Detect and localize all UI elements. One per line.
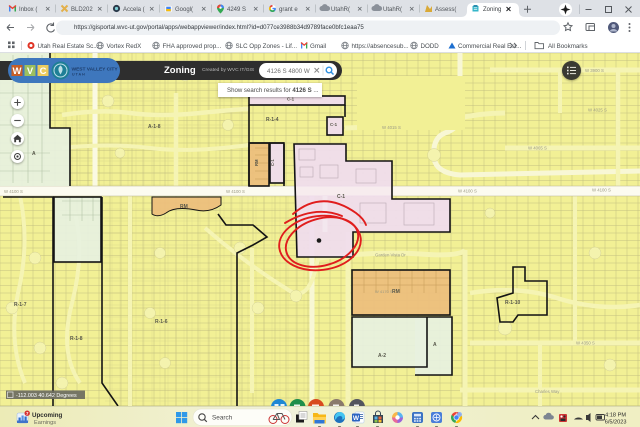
- svg-text:A: A: [433, 342, 437, 348]
- svg-text:W 4065 S: W 4065 S: [528, 146, 547, 151]
- svg-text:R-1-8: R-1-8: [70, 336, 83, 342]
- svg-text:W 4025 S: W 4025 S: [588, 108, 607, 113]
- svg-text:SLC Opp Zones - Lif...: SLC Opp Zones - Lif...: [236, 43, 298, 50]
- svg-text:4249 S: 4249 S: [227, 7, 246, 13]
- svg-text:grant e: grant e: [279, 7, 298, 13]
- svg-text:W 4350 S: W 4350 S: [576, 341, 595, 346]
- svg-text:C-1: C-1: [287, 97, 295, 102]
- svg-text:FHA approved prop...: FHA approved prop...: [163, 43, 222, 50]
- svg-text:W 4100 S: W 4100 S: [4, 189, 23, 194]
- svg-text:Inbox (: Inbox (: [19, 7, 37, 13]
- svg-text:UTAH: UTAH: [72, 73, 86, 77]
- svg-text:W 4100 S: W 4100 S: [226, 189, 245, 194]
- svg-text:R-1-7: R-1-7: [14, 302, 27, 308]
- svg-text:All Bookmarks: All Bookmarks: [548, 43, 588, 50]
- svg-text:BLD202: BLD202: [71, 7, 93, 13]
- svg-text:Upcoming: Upcoming: [32, 412, 62, 419]
- svg-text:Accela (: Accela (: [123, 7, 145, 13]
- svg-text:C-1: C-1: [270, 159, 275, 166]
- svg-text:Zoning: Zoning: [483, 7, 501, 13]
- svg-text:C-1: C-1: [330, 122, 338, 127]
- svg-text:RM: RM: [180, 204, 188, 210]
- svg-text:C-1: C-1: [337, 194, 345, 200]
- svg-text:4:18 PM: 4:18 PM: [605, 413, 626, 419]
- svg-text:Earnings: Earnings: [34, 420, 56, 426]
- svg-text:W 4100 S: W 4100 S: [592, 188, 611, 193]
- svg-text:Garden Vista Dr: Garden Vista Dr: [375, 253, 406, 258]
- svg-text:Utah Real Estate Sc...: Utah Real Estate Sc...: [38, 43, 99, 50]
- svg-text:R-1-10: R-1-10: [505, 300, 521, 306]
- svg-text:A: A: [32, 151, 36, 157]
- svg-text:Assess(: Assess(: [435, 7, 456, 13]
- svg-text:DODD: DODD: [421, 43, 440, 50]
- svg-text:C: C: [40, 66, 47, 77]
- svg-text:A-2: A-2: [378, 353, 386, 359]
- svg-text:RM: RM: [254, 159, 259, 166]
- svg-text:Googl(: Googl(: [175, 7, 193, 13]
- svg-text:A-1-8: A-1-8: [148, 124, 161, 130]
- svg-text:W 4170 S: W 4170 S: [375, 289, 393, 294]
- svg-text:R-1-4: R-1-4: [266, 117, 279, 123]
- svg-text:W 4015 S: W 4015 S: [382, 125, 401, 130]
- svg-text:https://absencesub...: https://absencesub...: [352, 43, 409, 50]
- svg-text:Charles Way: Charles Way: [535, 389, 560, 394]
- svg-text:R-1-6: R-1-6: [155, 319, 168, 325]
- svg-text:UtahR(: UtahR(: [331, 7, 350, 13]
- svg-text:W: W: [353, 415, 360, 422]
- svg-text:6/5/2023: 6/5/2023: [605, 420, 627, 426]
- svg-text:Vortex RedX: Vortex RedX: [107, 43, 142, 50]
- svg-text:W 3900 S: W 3900 S: [585, 68, 604, 73]
- svg-text:W 4100 S: W 4100 S: [458, 189, 477, 194]
- svg-text:UtahR(: UtahR(: [383, 7, 402, 13]
- svg-text:Gmail: Gmail: [310, 43, 326, 50]
- svg-text:W: W: [13, 66, 22, 77]
- svg-text:Search: Search: [212, 415, 233, 422]
- svg-text:-112.003 40.642 Degrees: -112.003 40.642 Degrees: [16, 393, 77, 399]
- svg-text:4126 S 4800 W: 4126 S 4800 W: [267, 68, 310, 75]
- svg-text:RM: RM: [392, 289, 400, 295]
- svg-text:V: V: [27, 66, 34, 77]
